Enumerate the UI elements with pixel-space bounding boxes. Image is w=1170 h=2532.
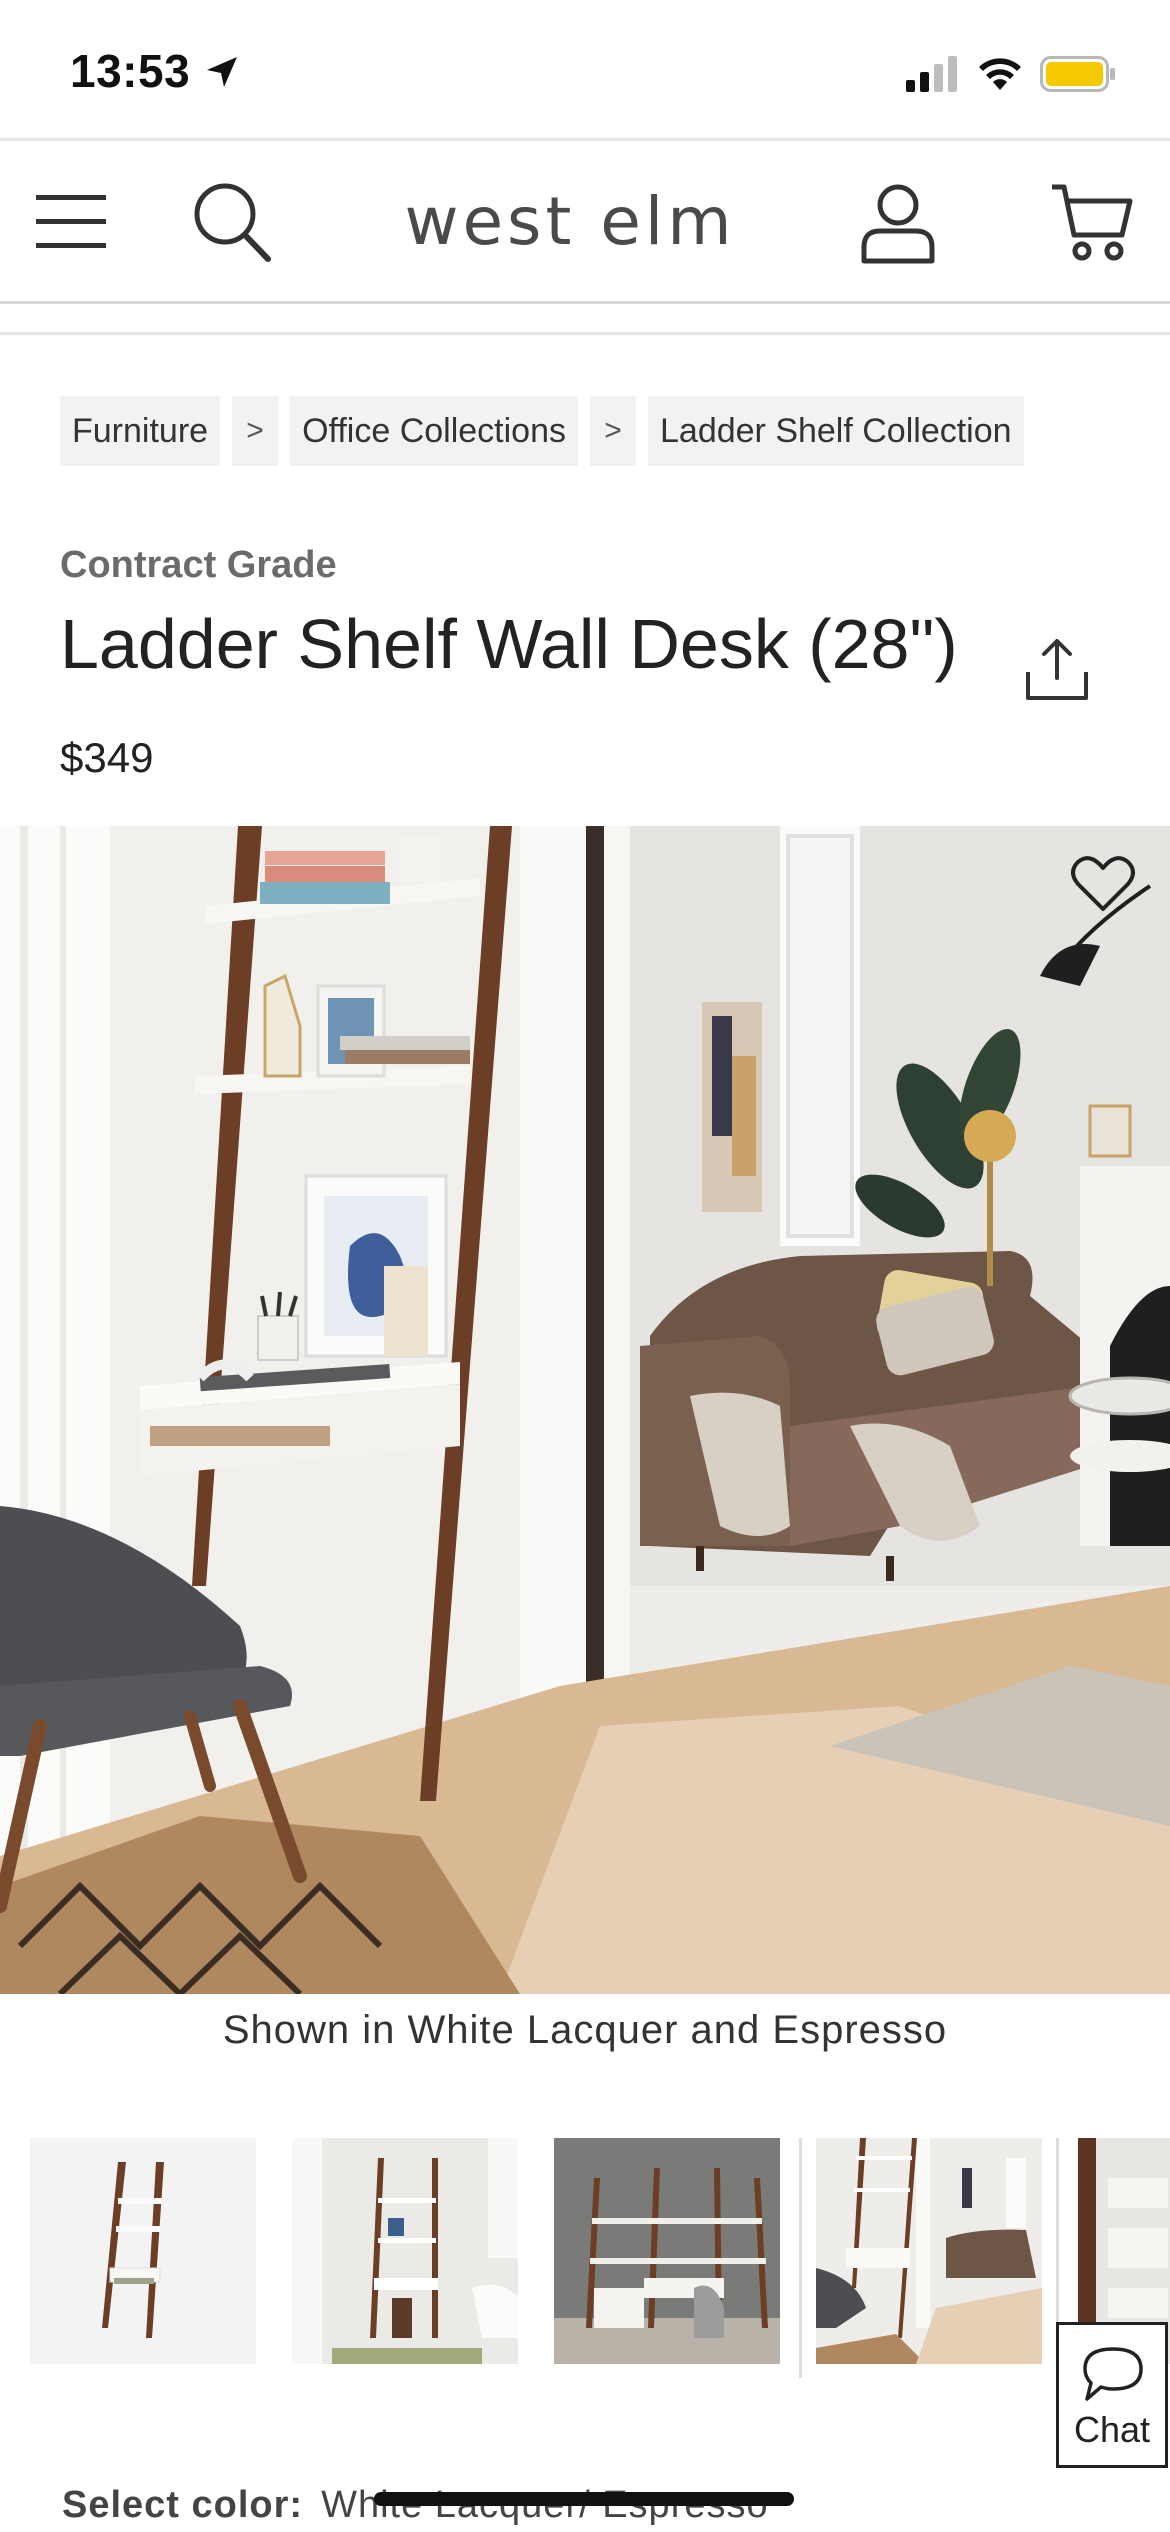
status-time: 13:53 bbox=[70, 45, 191, 97]
thumbnail-1-image bbox=[30, 2138, 256, 2364]
favorite-heart-icon[interactable] bbox=[1070, 854, 1136, 914]
share-icon[interactable] bbox=[1024, 636, 1090, 702]
product-price: $349 bbox=[60, 734, 154, 781]
chat-label: Chat bbox=[1073, 2409, 1151, 2450]
chat-button[interactable]: Chat bbox=[1056, 2322, 1168, 2468]
battery-icon bbox=[1040, 56, 1115, 92]
home-indicator bbox=[374, 2492, 794, 2506]
image-caption: Shown in White Lacquer and Espresso bbox=[222, 2008, 948, 2052]
thumbnail-3-image bbox=[554, 2138, 780, 2364]
thumbnail-4-image bbox=[816, 2138, 1042, 2364]
site-header: west elm bbox=[0, 138, 1170, 304]
thumbnail-4-selected[interactable] bbox=[799, 2138, 1059, 2378]
account-icon[interactable] bbox=[860, 183, 936, 265]
hamburger-menu-icon[interactable] bbox=[34, 189, 108, 253]
hero-room-scene bbox=[0, 826, 1170, 1994]
breadcrumb-separator: > bbox=[590, 396, 636, 466]
product-hero-image[interactable] bbox=[0, 826, 1170, 1994]
cellular-signal-icon bbox=[906, 56, 957, 92]
thumbnail-2[interactable] bbox=[292, 2138, 518, 2364]
thumbnail-strip[interactable] bbox=[30, 2138, 1170, 2378]
thumbnail-2-image bbox=[292, 2138, 518, 2364]
search-icon[interactable] bbox=[192, 181, 272, 263]
header-divider bbox=[0, 332, 1170, 335]
cart-icon[interactable] bbox=[1050, 181, 1134, 265]
breadcrumb-furniture[interactable]: Furniture bbox=[60, 396, 221, 466]
west-elm-logo[interactable]: west elm bbox=[380, 183, 760, 260]
thumbnail-3[interactable] bbox=[554, 2138, 780, 2364]
breadcrumb: Furniture > Office Collections > Ladder … bbox=[60, 396, 1024, 466]
breadcrumb-ladder-shelf-collection[interactable]: Ladder Shelf Collection bbox=[648, 396, 1024, 466]
product-title: Ladder Shelf Wall Desk (28") bbox=[60, 605, 958, 683]
thumbnail-1[interactable] bbox=[30, 2138, 256, 2364]
chat-bubble-icon bbox=[1083, 2347, 1143, 2401]
location-arrow-icon bbox=[207, 57, 237, 87]
wifi-icon bbox=[979, 58, 1021, 90]
status-bar: 13:53 bbox=[0, 0, 1170, 138]
breadcrumb-office-collections[interactable]: Office Collections bbox=[290, 396, 578, 466]
product-grade-label: Contract Grade bbox=[60, 544, 337, 586]
select-color-label: Select color: bbox=[62, 2484, 304, 2526]
breadcrumb-separator: > bbox=[232, 396, 279, 466]
